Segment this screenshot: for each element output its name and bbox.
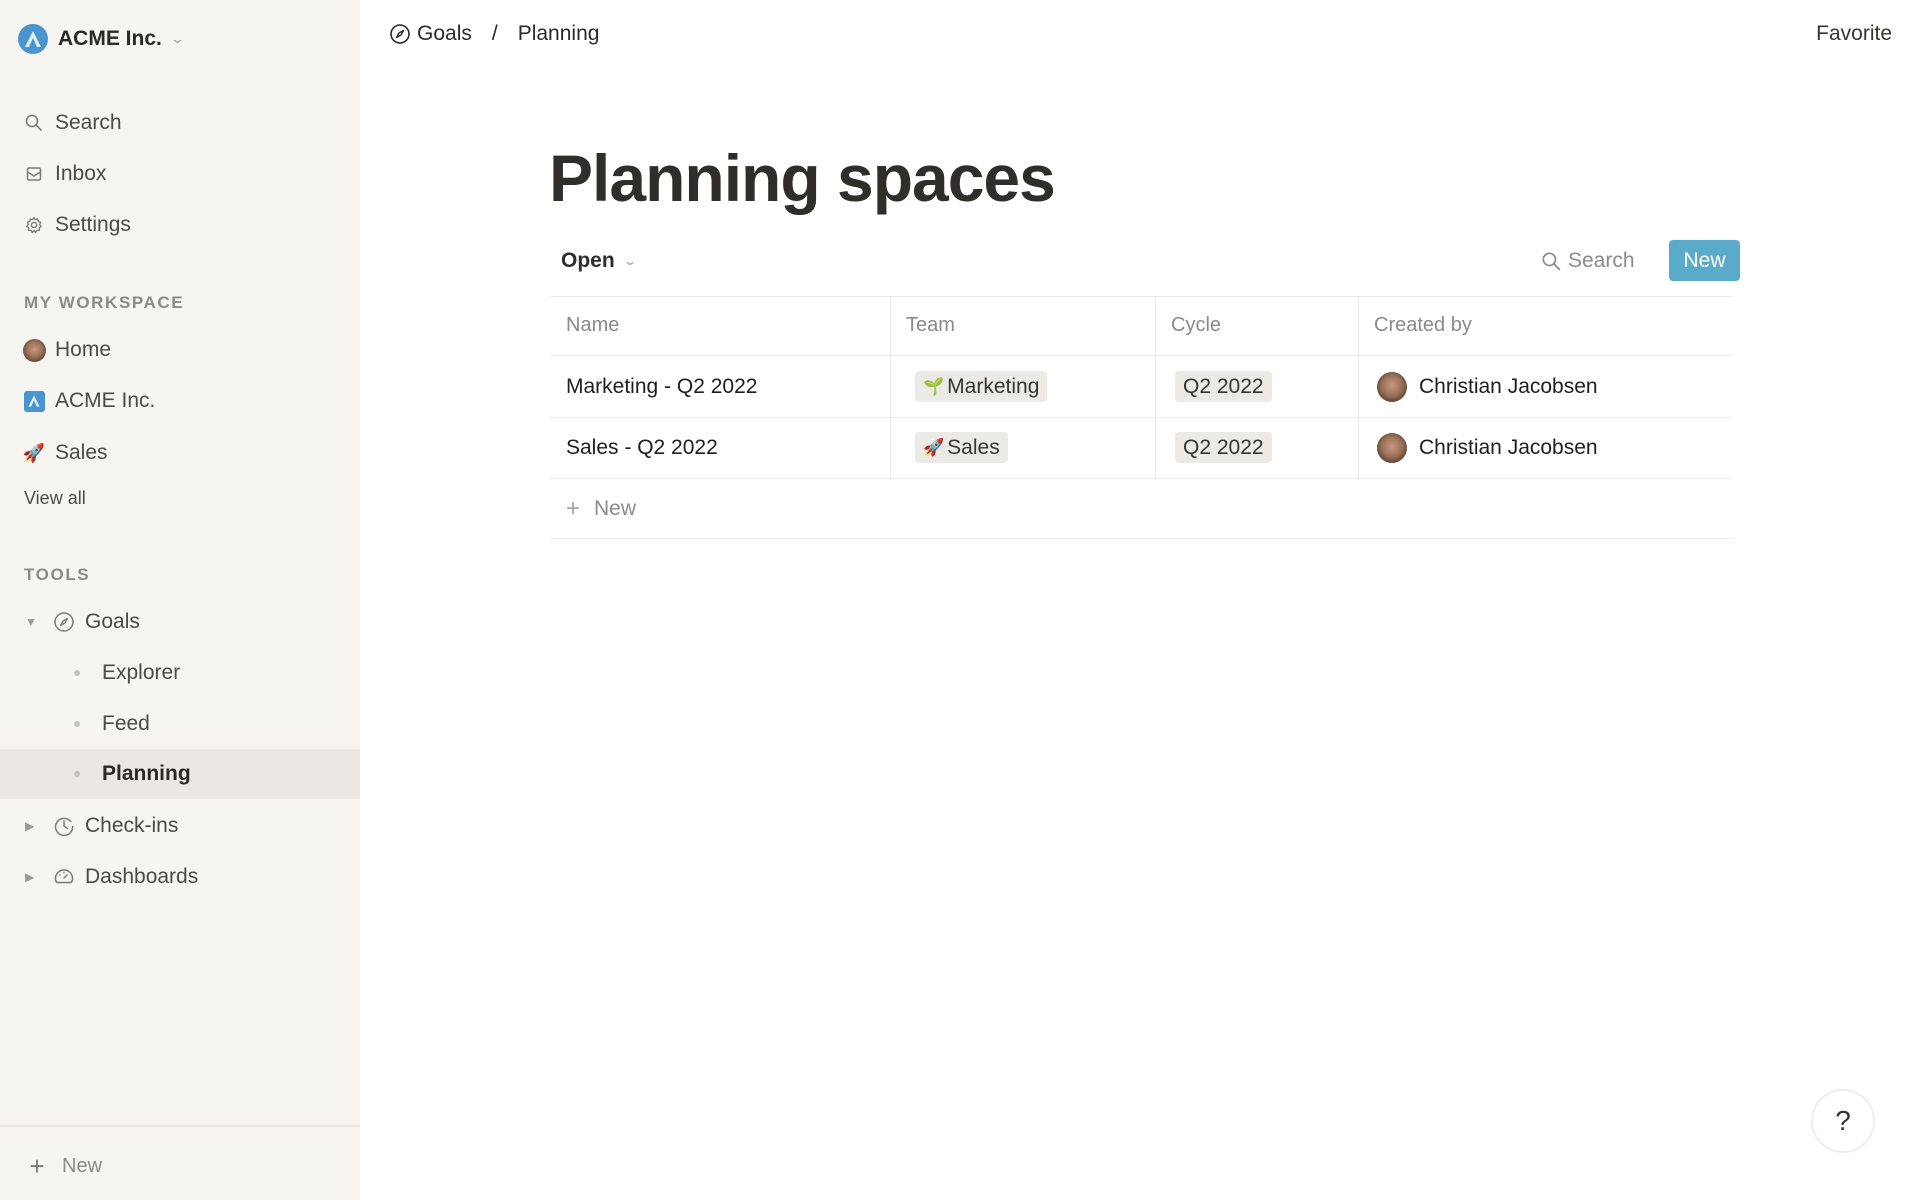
cell-created-by: Christian Jacobsen [1377,356,1598,417]
compass-icon [52,610,76,634]
status-filter-value: Open [561,249,615,272]
table-row[interactable]: Sales - Q2 2022 🚀 Sales Q2 2022 Christia… [550,417,1732,478]
sidebar-new-label: New [62,1154,103,1177]
sidebar-item-settings[interactable]: Settings [0,201,360,249]
gear-icon [22,213,46,237]
avatar-icon [22,338,46,362]
team-badge[interactable]: 🌱 Marketing [915,371,1048,402]
sidebar-item-acme[interactable]: ACME Inc. [0,377,360,425]
sidebar-item-label: Dashboards [85,865,199,888]
sidebar-divider [0,1125,360,1127]
add-row-label: New [594,497,637,520]
sidebar-item-search[interactable]: Search [0,99,360,147]
creator-name: Christian Jacobsen [1419,435,1598,459]
sidebar-item-feed[interactable]: Feed [0,699,360,749]
status-filter-dropdown[interactable]: Open ⌄ [561,245,637,277]
bullet-icon [74,721,80,727]
clock-icon [52,814,76,838]
workspace-name: ACME Inc. [58,27,162,50]
breadcrumb-label: Goals [417,22,472,45]
view-all-link[interactable]: View all [24,488,86,509]
sidebar-new-button[interactable]: + New [26,1148,102,1184]
sidebar-item-label: Goals [85,610,140,633]
gauge-icon [52,865,76,889]
breadcrumb-planning[interactable]: Planning [518,22,600,46]
creator-name: Christian Jacobsen [1419,374,1598,398]
sidebar-item-label: Check-ins [85,814,179,837]
my-workspace-heading: MY WORKSPACE [24,293,185,312]
column-header-cycle[interactable]: Cycle [1171,296,1221,355]
breadcrumb-goals[interactable]: Goals [389,22,472,46]
help-button[interactable]: ? [1811,1089,1875,1153]
caret-right-icon[interactable]: ▶ [25,870,34,884]
cell-created-by: Christian Jacobsen [1377,417,1598,478]
sidebar-item-sales[interactable]: 🚀 Sales [0,429,360,477]
team-label: Sales [947,435,1000,459]
plus-icon: + [29,1150,45,1181]
table-search-button[interactable]: Search [1540,244,1635,278]
column-header-created-by[interactable]: Created by [1374,296,1472,355]
chevron-down-icon: ⌄ [622,254,637,268]
avatar [1377,371,1407,402]
cell-team: 🌱 Marketing [915,356,1048,417]
sidebar-item-goals[interactable]: ▼ Goals [0,597,360,647]
sidebar-item-label: Planning [102,762,191,785]
table-search-label: Search [1568,249,1635,272]
sidebar-item-label: Settings [55,213,131,236]
sidebar-item-inbox[interactable]: Inbox [0,150,360,198]
cell-cycle: Q2 2022 [1175,356,1272,417]
sidebar-item-home[interactable]: Home [0,326,360,374]
compass-icon [389,23,411,45]
sidebar-item-label: Feed [102,712,150,735]
column-header-team[interactable]: Team [906,296,955,355]
seedling-icon: 🌱 [923,376,945,396]
favorite-button[interactable]: Favorite [1816,18,1892,50]
inbox-icon [22,162,46,186]
table-row[interactable]: Marketing - Q2 2022 🌱 Marketing Q2 2022 … [550,356,1732,417]
sidebar: ACME Inc. ⌄ Search Inbox Settings MY WOR… [0,0,360,1200]
chevron-down-icon: ⌄ [169,31,185,46]
sidebar-item-explorer[interactable]: Explorer [0,648,360,698]
breadcrumb-separator: / [491,22,498,45]
cell-name: Sales - Q2 2022 [566,435,718,459]
sidebar-item-label: ACME Inc. [55,389,156,412]
cycle-badge[interactable]: Q2 2022 [1175,432,1272,463]
workspace-switcher[interactable]: ACME Inc. ⌄ [18,23,185,55]
sidebar-item-label: Explorer [102,661,181,684]
page-title: Planning spaces [549,141,1056,215]
new-planning-space-button[interactable]: New [1669,240,1740,281]
cell-name: Marketing - Q2 2022 [566,374,758,398]
sidebar-item-dashboards[interactable]: ▶ Dashboards [0,852,360,902]
cell-cycle: Q2 2022 [1175,417,1272,478]
table-divider [550,296,1732,297]
sidebar-item-label: Inbox [55,162,107,185]
team-badge[interactable]: 🚀 Sales [915,432,1008,463]
sidebar-item-check-ins[interactable]: ▶ Check-ins [0,801,360,851]
bullet-icon [74,670,80,676]
caret-down-icon[interactable]: ▼ [25,615,37,629]
avatar [1377,432,1407,463]
column-header-name[interactable]: Name [566,296,619,355]
cell-team: 🚀 Sales [915,417,1008,478]
sidebar-item-label: Search [55,111,122,134]
team-label: Marketing [947,374,1040,398]
add-row-button[interactable]: + New [550,479,1732,539]
plus-icon: + [566,495,581,522]
search-icon [1540,250,1562,272]
breadcrumb-label: Planning [517,22,600,45]
rocket-icon: 🚀 [923,437,945,457]
tools-heading: TOOLS [24,565,91,584]
sidebar-item-planning[interactable]: Planning [0,749,360,799]
acme-logo-icon [18,24,48,54]
breadcrumb: Goals / Planning [389,18,599,50]
bullet-icon [74,771,80,777]
cycle-badge[interactable]: Q2 2022 [1175,371,1272,402]
acme-logo-icon [22,389,46,413]
rocket-icon: 🚀 [22,442,46,463]
caret-right-icon[interactable]: ▶ [25,819,34,833]
search-icon [22,111,46,135]
sidebar-item-label: Sales [55,441,108,464]
sidebar-item-label: Home [55,338,112,361]
